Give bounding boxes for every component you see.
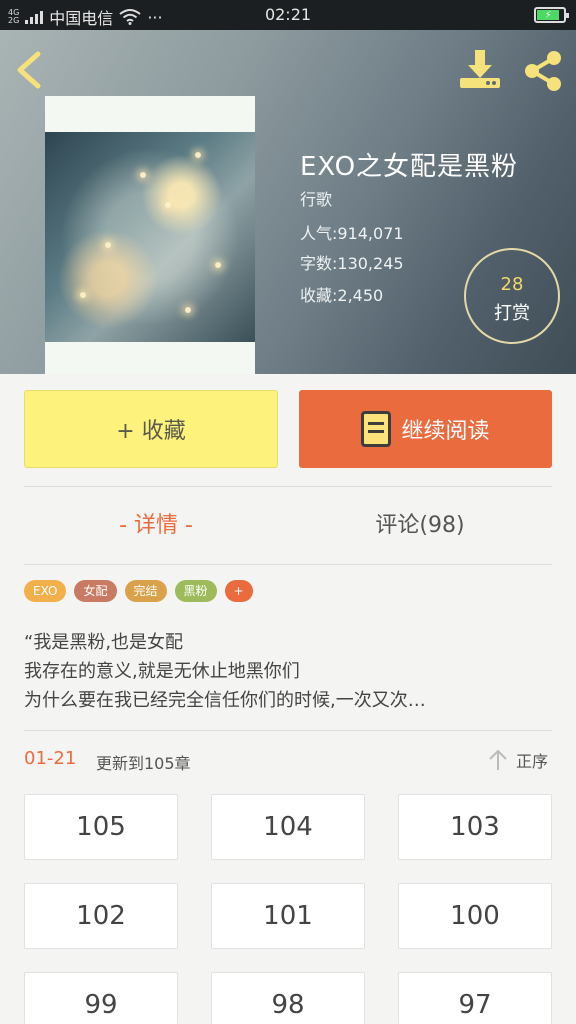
tag-exo[interactable]: EXO bbox=[24, 580, 67, 602]
add-tag-button[interactable]: + bbox=[224, 580, 253, 602]
chapter-button[interactable]: 102 bbox=[24, 883, 178, 949]
chapter-button[interactable]: 98 bbox=[211, 972, 365, 1024]
charging-icon: ⚡ bbox=[537, 10, 560, 21]
sort-toggle[interactable]: 正序 bbox=[488, 748, 548, 772]
collect-button[interactable]: + 收藏 bbox=[24, 390, 278, 468]
download-icon bbox=[460, 50, 500, 88]
tag-completed[interactable]: 完结 bbox=[124, 580, 167, 602]
arrow-up-icon bbox=[489, 749, 507, 770]
favorites-stat: 收藏:2,450 bbox=[300, 286, 384, 305]
divider bbox=[24, 564, 552, 565]
book-description[interactable]: “我是黑粉,也是女配 我存在的意义,就是无休止地黑你们 为什么要在我已经完全信任… bbox=[24, 628, 552, 715]
continue-reading-button[interactable]: 继续阅读 bbox=[299, 390, 552, 468]
chapter-button[interactable]: 104 bbox=[211, 794, 365, 860]
collect-label: + 收藏 bbox=[116, 419, 186, 444]
book-author[interactable]: 行歌 bbox=[300, 186, 332, 210]
continue-reading-label: 继续阅读 bbox=[401, 419, 490, 444]
chapter-button[interactable]: 103 bbox=[398, 794, 552, 860]
chapter-button[interactable]: 97 bbox=[398, 972, 552, 1024]
word-count-stat: 字数:130,245 bbox=[300, 254, 404, 273]
update-status: 更新到105章 bbox=[96, 754, 191, 773]
tag-anti-fan[interactable]: 黑粉 bbox=[174, 580, 217, 602]
reward-button[interactable]: 28 打赏 bbox=[464, 248, 560, 344]
description-line: 我存在的意义,就是无休止地黑你们 bbox=[24, 661, 300, 682]
book-title: EXO之女配是黑粉 bbox=[300, 152, 519, 182]
clock: 02:21 bbox=[264, 5, 312, 24]
share-button[interactable] bbox=[520, 48, 566, 94]
chapter-button[interactable]: 105 bbox=[24, 794, 178, 860]
battery-icon: ⚡ bbox=[534, 7, 569, 23]
tag-list: EXO 女配 完结 黑粉 + bbox=[24, 580, 253, 602]
popularity-stat: 人气:914,071 bbox=[300, 224, 404, 243]
status-bar: 4G 2G 中国电信 ··· 02:21 ⚡ bbox=[0, 0, 576, 30]
tab-comments[interactable]: 评论(98) bbox=[288, 506, 552, 546]
divider bbox=[24, 486, 552, 487]
description-line: 为什么要在我已经完全信任你们的时候,一次又次… bbox=[24, 690, 426, 711]
chapter-button[interactable]: 100 bbox=[398, 883, 552, 949]
update-date: 01-21 bbox=[24, 748, 77, 769]
tab-detail[interactable]: - 详情 - bbox=[24, 506, 288, 546]
tag-female-lead[interactable]: 女配 bbox=[74, 580, 117, 602]
book-icon bbox=[361, 411, 392, 447]
chapter-button[interactable]: 101 bbox=[211, 883, 365, 949]
description-line: “我是黑粉,也是女配 bbox=[24, 632, 184, 653]
sort-label: 正序 bbox=[516, 752, 549, 771]
back-button[interactable] bbox=[14, 50, 50, 90]
book-cover[interactable] bbox=[45, 96, 255, 374]
chevron-left-icon bbox=[17, 51, 41, 89]
book-header: EXO之女配是黑粉 行歌 人气:914,071 字数:130,245 收藏:2,… bbox=[0, 30, 576, 374]
chapter-button[interactable]: 99 bbox=[24, 972, 178, 1024]
download-button[interactable] bbox=[458, 48, 502, 92]
reward-count: 28 bbox=[500, 274, 524, 295]
cover-image bbox=[45, 132, 255, 342]
share-icon bbox=[525, 51, 561, 91]
divider bbox=[24, 730, 552, 731]
reward-label: 打赏 bbox=[494, 303, 530, 324]
